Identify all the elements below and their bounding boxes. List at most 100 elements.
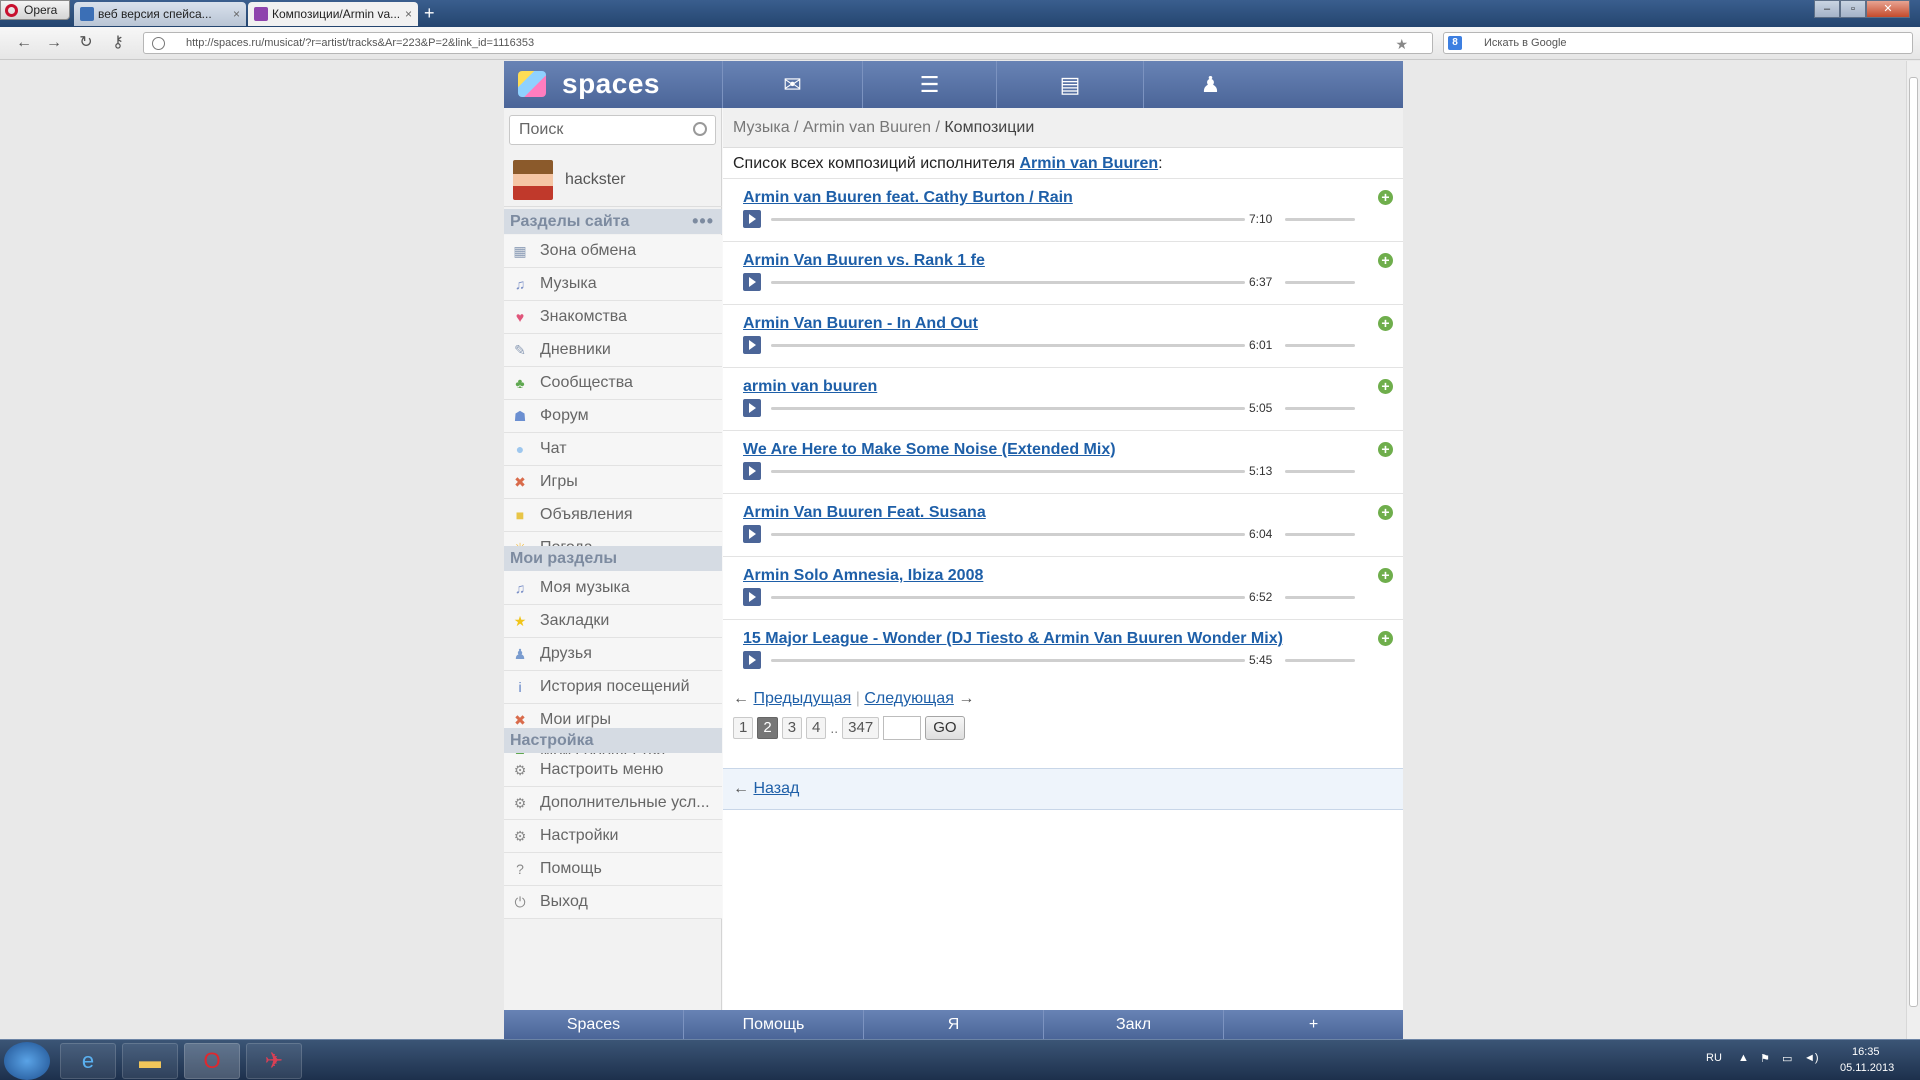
- breadcrumb-music[interactable]: Музыка: [733, 119, 790, 136]
- progress-bar[interactable]: [771, 344, 1245, 347]
- play-button[interactable]: [743, 525, 761, 543]
- google-search-engine-icon[interactable]: 8: [1448, 36, 1462, 50]
- avatar[interactable]: [513, 159, 553, 200]
- volume-slider[interactable]: [1285, 470, 1355, 473]
- add-track-icon[interactable]: +: [1378, 505, 1393, 520]
- play-button[interactable]: [743, 651, 761, 669]
- play-button[interactable]: [743, 210, 761, 228]
- ie-taskbar-icon[interactable]: e: [60, 1043, 116, 1079]
- progress-bar[interactable]: [771, 407, 1245, 410]
- track-title-link[interactable]: 15 Major League - Wonder (DJ Tiesto & Ar…: [743, 630, 1283, 648]
- new-tab-button[interactable]: +: [424, 3, 435, 23]
- more-icon[interactable]: •••: [692, 209, 714, 234]
- track-title-link[interactable]: Armin Van Buuren - In And Out: [743, 315, 978, 333]
- sidebar-item[interactable]: ▦ Зона обмена: [504, 235, 722, 268]
- go-button[interactable]: GO: [925, 716, 965, 740]
- volume-icon[interactable]: ◄): [1804, 1052, 1819, 1064]
- close-window-button[interactable]: ✕: [1866, 0, 1910, 18]
- start-button[interactable]: [4, 1042, 50, 1080]
- footer-spaces-link[interactable]: Spaces: [504, 1010, 683, 1039]
- search-input[interactable]: Поиск: [509, 115, 716, 145]
- progress-bar[interactable]: [771, 659, 1245, 662]
- footer-bookmarks-link[interactable]: Закл: [1043, 1010, 1223, 1039]
- add-track-icon[interactable]: +: [1378, 316, 1393, 331]
- site-info-icon[interactable]: [152, 37, 165, 50]
- track-title-link[interactable]: Armin Solo Amnesia, Ibiza 2008: [743, 567, 983, 585]
- add-track-icon[interactable]: +: [1378, 190, 1393, 205]
- footer-add-link[interactable]: +: [1223, 1010, 1403, 1039]
- sidebar-item[interactable]: ★ Закладки: [504, 605, 722, 638]
- progress-bar[interactable]: [771, 218, 1245, 221]
- volume-slider[interactable]: [1285, 659, 1355, 662]
- volume-slider[interactable]: [1285, 596, 1355, 599]
- opera-taskbar-icon[interactable]: O: [184, 1043, 240, 1079]
- sidebar-item[interactable]: ? Помощь: [504, 853, 722, 886]
- page-number-input[interactable]: [883, 716, 922, 740]
- breadcrumb-artist[interactable]: Armin van Buuren: [803, 119, 931, 136]
- page-link[interactable]: 1: [733, 717, 754, 739]
- sidebar-item[interactable]: ⚙ Настройки: [504, 820, 722, 853]
- site-logo-text[interactable]: spaces: [562, 68, 660, 100]
- page-scrollbar[interactable]: [1906, 61, 1920, 1039]
- sidebar-item[interactable]: ☗ Форум: [504, 400, 722, 433]
- add-track-icon[interactable]: +: [1378, 631, 1393, 646]
- sidebar-item[interactable]: ⚙ Дополнительные усл...: [504, 787, 722, 820]
- add-track-icon[interactable]: +: [1378, 568, 1393, 583]
- prev-page-link[interactable]: Предыдущая: [753, 690, 851, 707]
- sidebar-item[interactable]: ⏻ Выход: [504, 886, 722, 919]
- forward-nav-icon[interactable]: →: [44, 33, 64, 53]
- mail-button[interactable]: ✉: [722, 61, 862, 108]
- page-link-last[interactable]: 347: [842, 717, 880, 739]
- sidebar-item[interactable]: ♫ Моя музыка: [504, 572, 722, 605]
- add-track-icon[interactable]: +: [1378, 253, 1393, 268]
- volume-slider[interactable]: [1285, 218, 1355, 221]
- google-search-field[interactable]: 8 Искать в Google: [1443, 32, 1913, 54]
- url-field[interactable]: http://spaces.ru/musicat/?r=artist/track…: [143, 32, 1433, 54]
- back-link[interactable]: Назад: [753, 780, 799, 797]
- footer-help-link[interactable]: Помощь: [683, 1010, 863, 1039]
- track-title-link[interactable]: Armin Van Buuren Feat. Susana: [743, 504, 986, 522]
- sidebar-item[interactable]: ♟ Друзья: [504, 638, 722, 671]
- flag-icon[interactable]: ⚑: [1760, 1052, 1770, 1065]
- tab-close-icon[interactable]: ×: [405, 7, 412, 21]
- volume-slider[interactable]: [1285, 407, 1355, 410]
- messages-button[interactable]: ☰: [862, 61, 996, 108]
- network-icon[interactable]: ▭: [1782, 1052, 1792, 1065]
- tray-expand-icon[interactable]: ▲: [1738, 1052, 1749, 1064]
- volume-slider[interactable]: [1285, 281, 1355, 284]
- sidebar-item[interactable]: ● Чат: [504, 433, 722, 466]
- browser-tab-active[interactable]: Композиции/Armin va... ×: [248, 2, 418, 26]
- profile-button[interactable]: ♟: [1143, 61, 1277, 108]
- clock-date[interactable]: 05.11.2013: [1840, 1062, 1894, 1074]
- back-nav-icon[interactable]: ←: [14, 33, 34, 53]
- tab-close-icon[interactable]: ×: [233, 7, 240, 21]
- progress-bar[interactable]: [771, 470, 1245, 473]
- search-icon[interactable]: [693, 122, 707, 136]
- journal-button[interactable]: ▤: [996, 61, 1143, 108]
- scrollbar-thumb[interactable]: [1909, 77, 1918, 1007]
- progress-bar[interactable]: [771, 281, 1245, 284]
- explorer-taskbar-icon[interactable]: ▬: [122, 1043, 178, 1079]
- track-title-link[interactable]: Armin van Buuren feat. Cathy Burton / Ra…: [743, 189, 1073, 207]
- key-icon[interactable]: ⚷: [108, 33, 128, 53]
- bookmark-star-icon[interactable]: ★: [1395, 34, 1408, 54]
- footer-me-link[interactable]: Я: [863, 1010, 1043, 1039]
- page-link[interactable]: 3: [781, 717, 803, 739]
- play-button[interactable]: [743, 462, 761, 480]
- spaces-logo-icon[interactable]: [518, 71, 546, 97]
- app-taskbar-icon[interactable]: ✈: [246, 1043, 302, 1079]
- user-profile-link[interactable]: hackster: [504, 153, 722, 207]
- browser-tab[interactable]: веб версия спейса... ×: [74, 2, 246, 26]
- progress-bar[interactable]: [771, 533, 1245, 536]
- play-button[interactable]: [743, 336, 761, 354]
- maximize-button[interactable]: ▫: [1840, 0, 1866, 18]
- artist-link[interactable]: Armin van Buuren: [1019, 155, 1158, 172]
- next-page-link[interactable]: Следующая: [864, 690, 954, 707]
- add-track-icon[interactable]: +: [1378, 442, 1393, 457]
- clock-time[interactable]: 16:35: [1852, 1046, 1880, 1058]
- track-title-link[interactable]: Armin Van Buuren vs. Rank 1 fe: [743, 252, 985, 270]
- language-indicator[interactable]: RU: [1706, 1052, 1722, 1064]
- reload-icon[interactable]: ↻: [76, 33, 96, 53]
- play-button[interactable]: [743, 273, 761, 291]
- track-title-link[interactable]: armin van buuren: [743, 378, 877, 396]
